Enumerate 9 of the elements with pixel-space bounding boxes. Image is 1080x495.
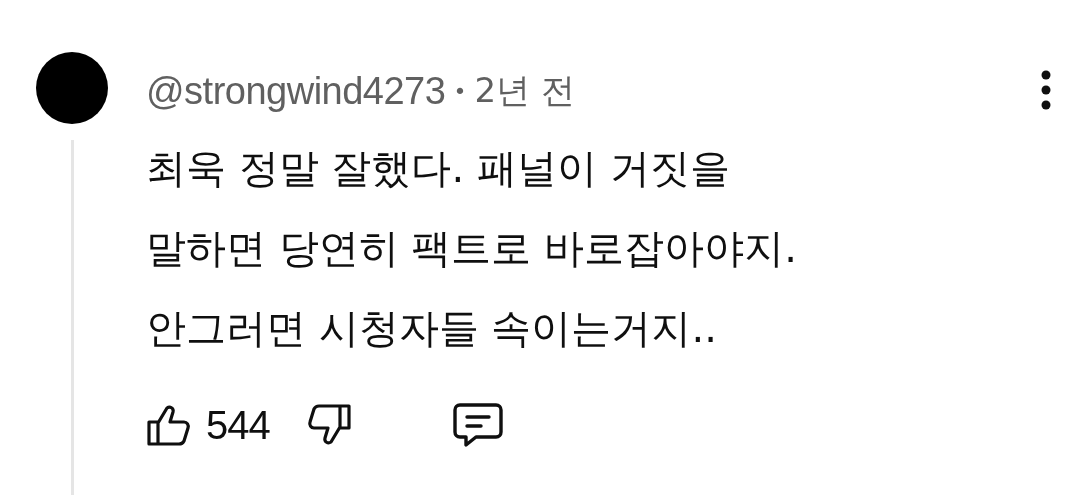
separator-dot: • <box>453 78 467 104</box>
like-count: 544 <box>206 402 270 448</box>
thumbs-down-icon[interactable] <box>305 403 352 447</box>
comment-text: 최욱 정말 잘했다. 패널이 거짓을 말하면 당연히 팩트로 바로잡아야지. 안그러면 시청자들 속이는거지.. <box>146 144 798 353</box>
comment-author[interactable]: @strongwind4273 <box>146 69 446 113</box>
more-options-icon[interactable] <box>1040 70 1052 110</box>
comment-time: 2년 전 <box>474 69 575 112</box>
reply-icon[interactable] <box>451 402 504 448</box>
thumbs-up-icon[interactable] <box>146 403 192 447</box>
